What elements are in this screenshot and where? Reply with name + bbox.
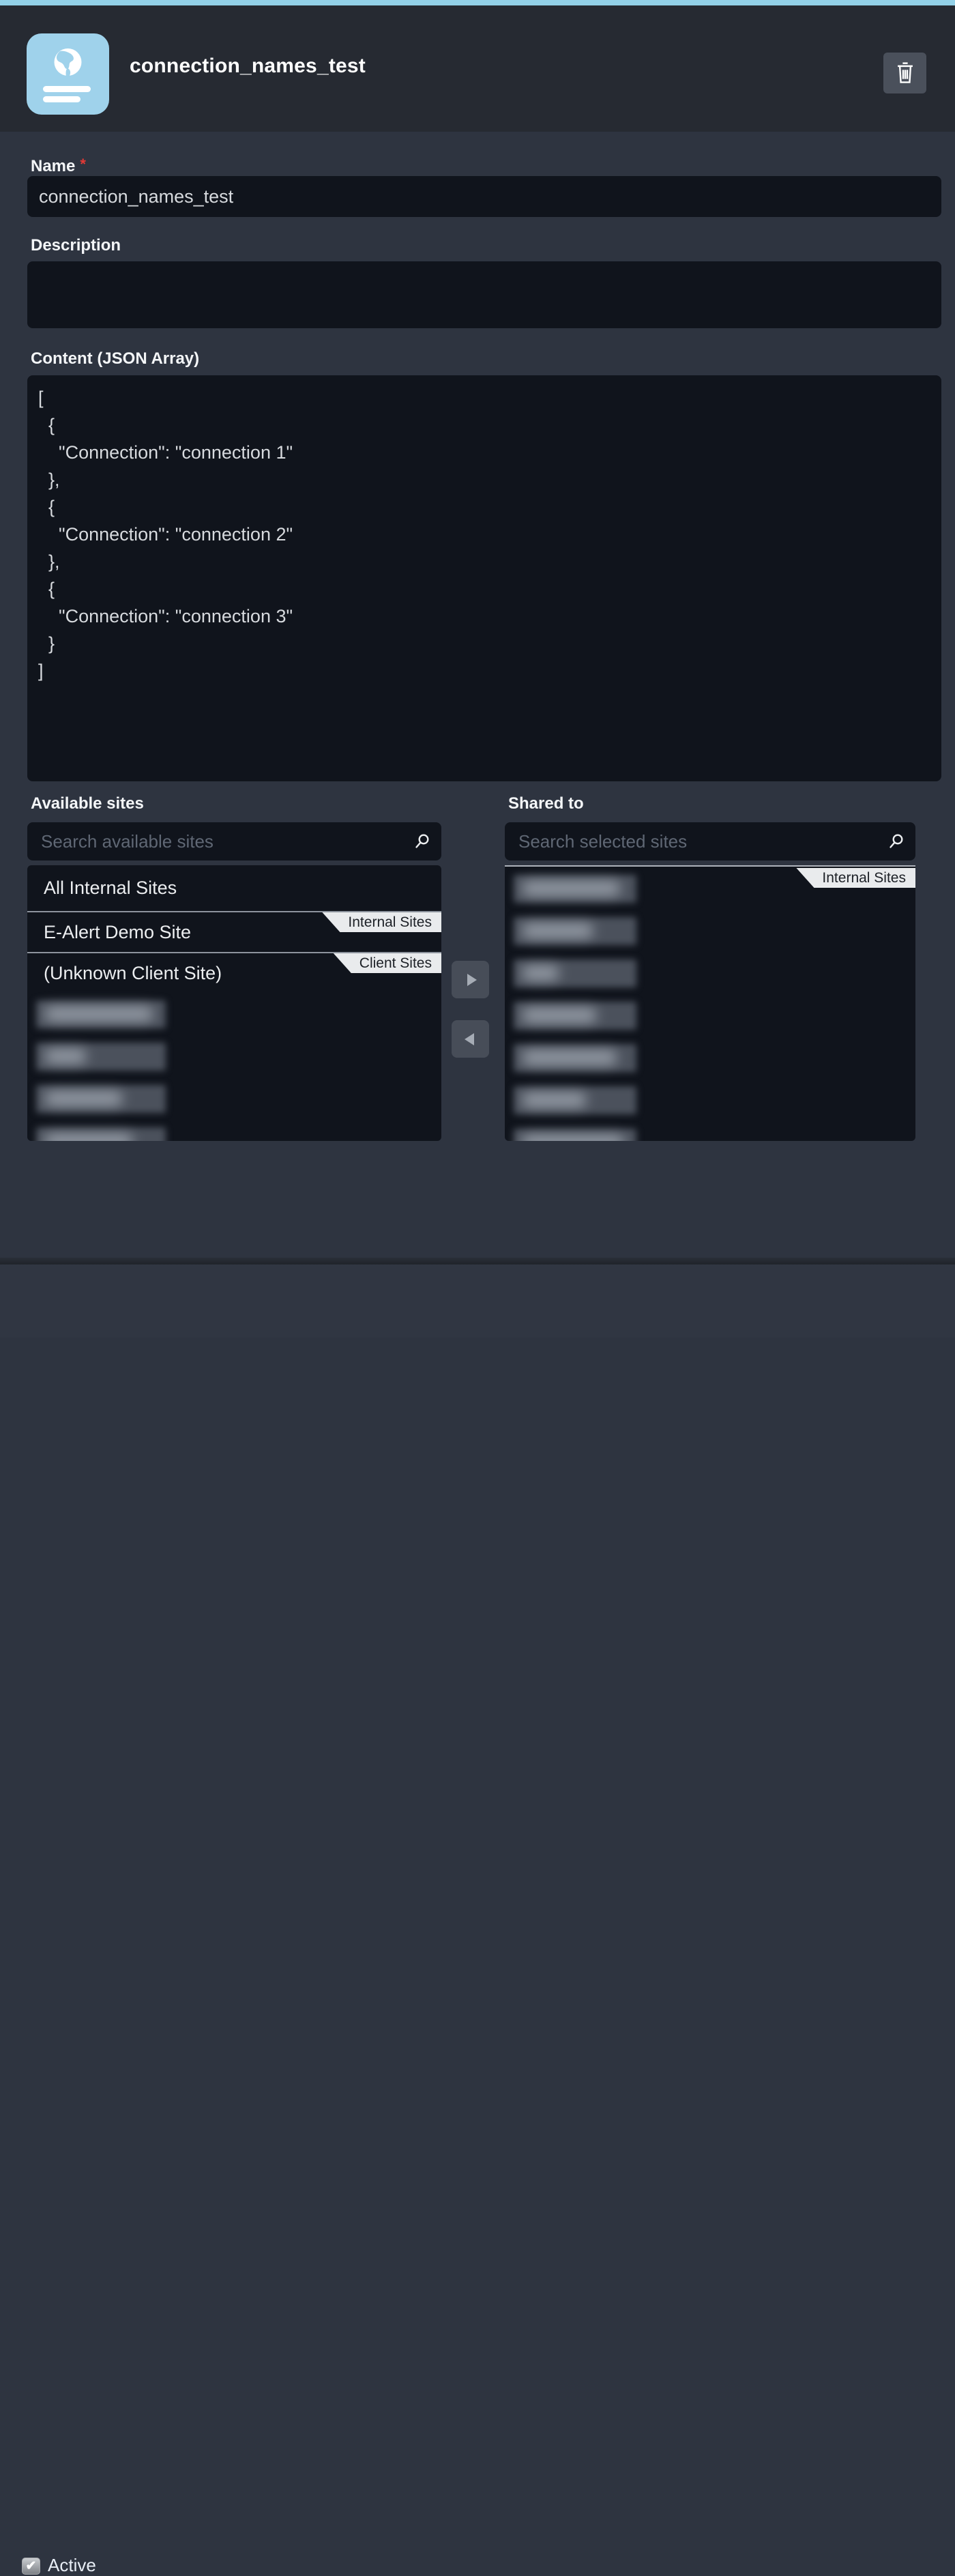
redacted-list-item[interactable] xyxy=(36,1043,166,1071)
redacted-list-item[interactable] xyxy=(36,1127,166,1141)
active-checkbox-label: Active xyxy=(48,2555,96,2576)
redacted-list-item[interactable] xyxy=(36,1085,166,1113)
move-to-shared-button[interactable] xyxy=(452,961,489,998)
required-asterisk: * xyxy=(80,156,86,173)
site-type-badge: Internal Sites xyxy=(322,912,441,932)
move-left-icon xyxy=(465,1033,474,1045)
redacted-list-item[interactable] xyxy=(514,1044,636,1072)
site-type-badge: Client Sites xyxy=(334,953,441,973)
page-header: connection_names_test xyxy=(0,5,955,132)
search-icon xyxy=(888,833,905,850)
site-name: All Internal Sites xyxy=(44,878,177,899)
shared-to-label: Shared to xyxy=(508,794,584,813)
name-input[interactable] xyxy=(27,176,941,217)
delete-button[interactable] xyxy=(883,53,926,93)
move-to-available-button[interactable] xyxy=(452,1020,489,1058)
shared-to-searchbox xyxy=(505,822,915,860)
shared-to-search-input[interactable] xyxy=(505,822,915,860)
redacted-list-item[interactable] xyxy=(514,959,636,987)
redacted-list-item[interactable] xyxy=(514,917,636,945)
name-label-text: Name xyxy=(31,157,75,175)
name-label: Name * xyxy=(31,156,86,176)
redacted-list-item[interactable] xyxy=(514,1129,636,1141)
shared-to-list: Internal Sites xyxy=(505,865,915,1141)
description-input[interactable] xyxy=(27,261,941,328)
list-item[interactable]: All Internal Sites xyxy=(27,865,441,911)
globe-card-icon xyxy=(27,33,109,115)
active-checkbox[interactable]: ✔ xyxy=(22,2558,40,2575)
redacted-list-item[interactable] xyxy=(514,1086,636,1114)
description-label: Description xyxy=(31,236,121,255)
redacted-list-item[interactable] xyxy=(36,1000,166,1028)
footer-bar: ✔ Active xyxy=(0,1264,955,1337)
top-accent-bar xyxy=(0,0,955,5)
page-title: connection_names_test xyxy=(130,55,366,78)
redacted-list-item[interactable] xyxy=(514,875,636,903)
available-sites-label: Available sites xyxy=(31,794,144,813)
move-right-icon xyxy=(467,974,477,986)
available-sites-searchbox xyxy=(27,822,441,860)
available-sites-search-input[interactable] xyxy=(27,822,441,860)
connection-editor-page: connection_names_test Name* Description … xyxy=(0,0,955,1337)
search-icon xyxy=(414,833,430,850)
redacted-list-item[interactable] xyxy=(514,1002,636,1030)
site-name: (Unknown Client Site) xyxy=(44,963,222,984)
available-sites-list: All Internal Sites E-Alert Demo Site (Un… xyxy=(27,865,441,1141)
content-json-input[interactable]: [ { "Connection": "connection 1" }, { "C… xyxy=(27,375,941,781)
trash-icon xyxy=(895,61,915,86)
content-label: Content (JSON Array) xyxy=(31,349,199,368)
site-name: E-Alert Demo Site xyxy=(44,922,191,943)
footer-divider xyxy=(0,1258,955,1264)
site-type-badge: Internal Sites xyxy=(796,868,915,888)
